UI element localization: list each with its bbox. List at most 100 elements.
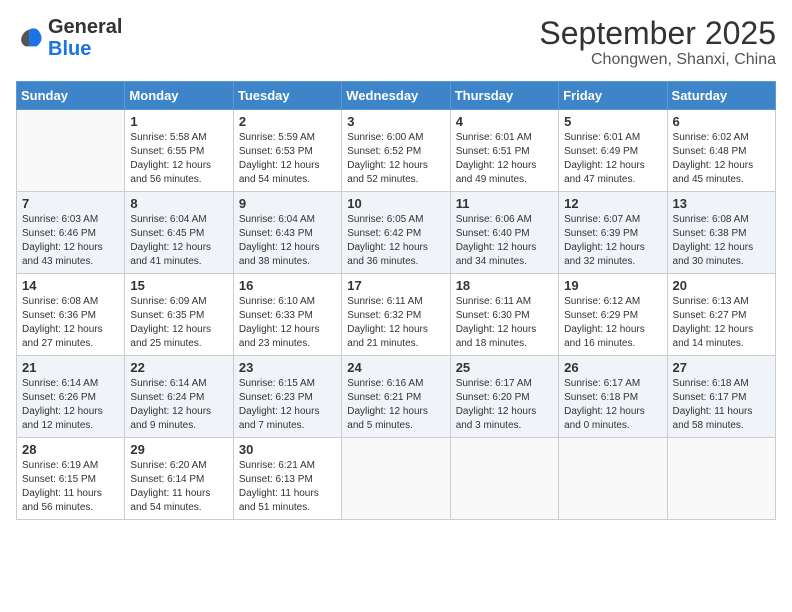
calendar-cell: 8 Sunrise: 6:04 AM Sunset: 6:45 PM Daylig…: [125, 192, 233, 274]
calendar-cell: 3 Sunrise: 6:00 AM Sunset: 6:52 PM Daylig…: [342, 110, 450, 192]
day-number: 6: [673, 114, 770, 129]
day-number: 22: [130, 360, 227, 375]
calendar-cell: 2Sunrise: 5:59 AM Sunset: 6:53 PM Daylig…: [233, 110, 341, 192]
day-info: Sunrise: 6:18 AM Sunset: 6:17 PM Dayligh…: [673, 377, 770, 433]
day-info: Sunrise: 6:13 AM Sunset: 6:27 PM Dayligh…: [673, 295, 770, 351]
day-number: 13: [673, 196, 770, 211]
day-number: 4: [456, 114, 553, 129]
day-info: Sunrise: 6:16 AM Sunset: 6:21 PM Dayligh…: [347, 377, 444, 433]
calendar-cell: 14Sunrise: 6:08 AM Sunset: 6:36 PM Dayli…: [17, 274, 125, 356]
calendar-cell: 25 Sunrise: 6:17 AM Sunset: 6:20 PM Dayli…: [450, 356, 558, 438]
day-info: Sunrise: 6:04 AM Sunset: 6:45 PM Dayligh…: [130, 213, 227, 269]
calendar-cell: 21 Sunrise: 6:14 AM Sunset: 6:26 PM Dayli…: [17, 356, 125, 438]
day-number: 15: [130, 278, 227, 293]
day-info: Sunrise: 6:11 AM Sunset: 6:32 PM Dayligh…: [347, 295, 444, 351]
weekday-header-row: SundayMondayTuesdayWednesdayThursdayFrid…: [17, 82, 776, 110]
day-number: 19: [564, 278, 661, 293]
calendar-cell: 20 Sunrise: 6:13 AM Sunset: 6:27 PM Dayli…: [667, 274, 775, 356]
day-info: Sunrise: 6:01 AM Sunset: 6:49 PM Dayligh…: [564, 131, 661, 187]
day-info: Sunrise: 6:11 AM Sunset: 6:30 PM Dayligh…: [456, 295, 553, 351]
day-number: 20: [673, 278, 770, 293]
day-info: Sunrise: 6:06 AM Sunset: 6:40 PM Dayligh…: [456, 213, 553, 269]
calendar-week-row: 14Sunrise: 6:08 AM Sunset: 6:36 PM Dayli…: [17, 274, 776, 356]
day-number: 2: [239, 114, 336, 129]
day-number: 18: [456, 278, 553, 293]
calendar-week-row: 28 Sunrise: 6:19 AM Sunset: 6:15 PM Dayli…: [17, 438, 776, 520]
day-info: Sunrise: 6:19 AM Sunset: 6:15 PM Dayligh…: [22, 459, 119, 515]
day-number: 1: [130, 114, 227, 129]
day-number: 7: [22, 196, 119, 211]
day-info: Sunrise: 6:10 AM Sunset: 6:33 PM Dayligh…: [239, 295, 336, 351]
page-header: General Blue September 2025 Chongwen, Sh…: [16, 16, 776, 69]
calendar-cell: 9Sunrise: 6:04 AM Sunset: 6:43 PM Daylig…: [233, 192, 341, 274]
weekday-header-sunday: Sunday: [17, 82, 125, 110]
calendar-cell: 4 Sunrise: 6:01 AM Sunset: 6:51 PM Daylig…: [450, 110, 558, 192]
calendar-cell: 6Sunrise: 6:02 AM Sunset: 6:48 PM Daylig…: [667, 110, 775, 192]
day-number: 8: [130, 196, 227, 211]
day-number: 10: [347, 196, 444, 211]
weekday-header-tuesday: Tuesday: [233, 82, 341, 110]
weekday-header-friday: Friday: [559, 82, 667, 110]
weekday-header-thursday: Thursday: [450, 82, 558, 110]
weekday-header-monday: Monday: [125, 82, 233, 110]
day-info: Sunrise: 6:17 AM Sunset: 6:20 PM Dayligh…: [456, 377, 553, 433]
day-number: 28: [22, 442, 119, 457]
day-number: 30: [239, 442, 336, 457]
calendar-cell: 16Sunrise: 6:10 AM Sunset: 6:33 PM Dayli…: [233, 274, 341, 356]
calendar-cell: 26Sunrise: 6:17 AM Sunset: 6:18 PM Dayli…: [559, 356, 667, 438]
calendar-week-row: 1 Sunrise: 5:58 AM Sunset: 6:55 PM Daylig…: [17, 110, 776, 192]
calendar-week-row: 21 Sunrise: 6:14 AM Sunset: 6:26 PM Dayli…: [17, 356, 776, 438]
day-number: 27: [673, 360, 770, 375]
calendar-table: SundayMondayTuesdayWednesdayThursdayFrid…: [16, 81, 776, 520]
calendar-cell: 15 Sunrise: 6:09 AM Sunset: 6:35 PM Dayli…: [125, 274, 233, 356]
weekday-header-wednesday: Wednesday: [342, 82, 450, 110]
day-info: Sunrise: 6:12 AM Sunset: 6:29 PM Dayligh…: [564, 295, 661, 351]
logo-general-text: General: [48, 16, 122, 38]
day-number: 24: [347, 360, 444, 375]
calendar-cell: [559, 438, 667, 520]
calendar-cell: 19 Sunrise: 6:12 AM Sunset: 6:29 PM Dayli…: [559, 274, 667, 356]
calendar-cell: [342, 438, 450, 520]
day-number: 11: [456, 196, 553, 211]
day-info: Sunrise: 6:07 AM Sunset: 6:39 PM Dayligh…: [564, 213, 661, 269]
day-info: Sunrise: 6:14 AM Sunset: 6:24 PM Dayligh…: [130, 377, 227, 433]
day-info: Sunrise: 6:00 AM Sunset: 6:52 PM Dayligh…: [347, 131, 444, 187]
location-subtitle: Chongwen, Shanxi, China: [539, 51, 776, 69]
calendar-cell: 1 Sunrise: 5:58 AM Sunset: 6:55 PM Daylig…: [125, 110, 233, 192]
calendar-cell: 22 Sunrise: 6:14 AM Sunset: 6:24 PM Dayli…: [125, 356, 233, 438]
calendar-cell: 5Sunrise: 6:01 AM Sunset: 6:49 PM Daylig…: [559, 110, 667, 192]
calendar-cell: [450, 438, 558, 520]
month-title: September 2025: [539, 16, 776, 51]
day-info: Sunrise: 6:03 AM Sunset: 6:46 PM Dayligh…: [22, 213, 119, 269]
calendar-cell: 24 Sunrise: 6:16 AM Sunset: 6:21 PM Dayli…: [342, 356, 450, 438]
calendar-cell: 17Sunrise: 6:11 AM Sunset: 6:32 PM Dayli…: [342, 274, 450, 356]
calendar-cell: [17, 110, 125, 192]
calendar-cell: 7 Sunrise: 6:03 AM Sunset: 6:46 PM Daylig…: [17, 192, 125, 274]
day-info: Sunrise: 6:20 AM Sunset: 6:14 PM Dayligh…: [130, 459, 227, 515]
day-info: Sunrise: 6:14 AM Sunset: 6:26 PM Dayligh…: [22, 377, 119, 433]
calendar-cell: 18 Sunrise: 6:11 AM Sunset: 6:30 PM Dayli…: [450, 274, 558, 356]
calendar-week-row: 7 Sunrise: 6:03 AM Sunset: 6:46 PM Daylig…: [17, 192, 776, 274]
day-info: Sunrise: 6:17 AM Sunset: 6:18 PM Dayligh…: [564, 377, 661, 433]
day-number: 25: [456, 360, 553, 375]
logo-icon: [16, 24, 44, 52]
logo-blue-text: Blue: [48, 38, 91, 60]
day-info: Sunrise: 6:01 AM Sunset: 6:51 PM Dayligh…: [456, 131, 553, 187]
day-info: Sunrise: 6:21 AM Sunset: 6:13 PM Dayligh…: [239, 459, 336, 515]
calendar-cell: [667, 438, 775, 520]
day-info: Sunrise: 6:05 AM Sunset: 6:42 PM Dayligh…: [347, 213, 444, 269]
calendar-cell: 30 Sunrise: 6:21 AM Sunset: 6:13 PM Dayli…: [233, 438, 341, 520]
day-info: Sunrise: 6:09 AM Sunset: 6:35 PM Dayligh…: [130, 295, 227, 351]
day-info: Sunrise: 5:58 AM Sunset: 6:55 PM Dayligh…: [130, 131, 227, 187]
title-area: September 2025 Chongwen, Shanxi, China: [539, 16, 776, 69]
day-number: 12: [564, 196, 661, 211]
day-info: Sunrise: 6:08 AM Sunset: 6:38 PM Dayligh…: [673, 213, 770, 269]
day-number: 23: [239, 360, 336, 375]
day-number: 3: [347, 114, 444, 129]
calendar-cell: 12 Sunrise: 6:07 AM Sunset: 6:39 PM Dayli…: [559, 192, 667, 274]
day-number: 29: [130, 442, 227, 457]
day-number: 21: [22, 360, 119, 375]
logo: General Blue: [16, 16, 122, 60]
calendar-cell: 29 Sunrise: 6:20 AM Sunset: 6:14 PM Dayli…: [125, 438, 233, 520]
day-info: Sunrise: 6:08 AM Sunset: 6:36 PM Dayligh…: [22, 295, 119, 351]
